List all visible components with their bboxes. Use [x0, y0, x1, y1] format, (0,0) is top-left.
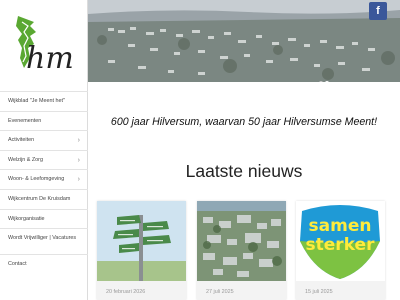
news-thumbnail-aerial-town[interactable] — [197, 201, 286, 281]
site-logo[interactable]: hm — [12, 12, 74, 76]
news-heading: Laatste nieuws — [185, 161, 303, 181]
news-date: 20 februari 2026 — [106, 289, 146, 295]
sidebar-item-wijkcentrum[interactable]: Wijkcentrum De Kruisdam — [0, 188, 88, 209]
news-thumbnail-samen-sterker[interactable]: samen sterker — [296, 201, 385, 281]
chevron-right-icon[interactable]: › — [78, 131, 80, 150]
slider-dot-active[interactable] — [325, 81, 329, 82]
page-tagline: 600 jaar Hilversum, waarvan 50 jaar Hilv… — [110, 116, 378, 128]
sidebar-item-label: Welzijn & Zorg — [8, 156, 43, 163]
news-date: 27 juli 2025 — [206, 289, 234, 295]
chevron-right-icon[interactable]: › — [78, 170, 80, 189]
sidebar-nav: Wijkblad "Je Meent het" Evenementen Acti… — [0, 91, 88, 274]
sidebar-item-label: Evenementen — [8, 117, 42, 124]
news-date: 15 juli 2025 — [305, 289, 333, 295]
sidebar-item-contact[interactable]: Contact — [0, 254, 88, 274]
chevron-right-icon[interactable]: › — [78, 151, 80, 170]
sidebar-item-activiteiten[interactable]: Activiteiten › — [0, 130, 88, 150]
sidebar-item-woon-leefomgeving[interactable]: Woon- & Leefomgeving › — [0, 169, 88, 189]
facebook-icon[interactable]: f — [369, 2, 387, 20]
hero-slider[interactable]: f — [88, 0, 400, 82]
news-card[interactable] — [197, 201, 286, 300]
sterker-text: sterker — [306, 235, 376, 255]
sidebar: hm Wijkblad "Je Meent het" Evenementen A… — [0, 0, 88, 300]
sidebar-item-label: Contact — [8, 261, 27, 268]
logo-text: hm — [26, 41, 74, 74]
sidebar-item-label: Wijkblad "Je Meent het" — [8, 98, 65, 104]
sidebar-item-label: Wordt Vrijwilliger | Vacatures — [8, 235, 77, 242]
sidebar-item-label: Activiteiten — [8, 137, 35, 144]
samen-text: samen — [309, 216, 372, 236]
sidebar-item-label: Wijkorganisatie — [8, 215, 45, 222]
sidebar-item-welzijn-zorg[interactable]: Welzijn & Zorg › — [0, 149, 88, 170]
sidebar-item-wijkorganisatie[interactable]: Wijkorganisatie — [0, 208, 88, 229]
news-thumbnail-signpost[interactable] — [97, 201, 186, 281]
sidebar-item-label: Woon- & Leefomgeving — [8, 176, 65, 183]
slider-dots — [319, 72, 331, 82]
slider-dot[interactable] — [319, 81, 323, 82]
news-card[interactable]: samen sterker — [296, 201, 385, 300]
sidebar-item-evenementen[interactable]: Evenementen — [0, 110, 88, 131]
sidebar-item-wijkblad[interactable]: Wijkblad "Je Meent het" — [0, 91, 88, 111]
sidebar-item-vrijwilliger[interactable]: Wordt Vrijwilliger | Vacatures — [0, 228, 88, 254]
sidebar-item-label: Wijkcentrum De Kruisdam — [8, 195, 71, 202]
news-card[interactable] — [97, 201, 186, 300]
hero-aerial-image — [88, 0, 400, 82]
